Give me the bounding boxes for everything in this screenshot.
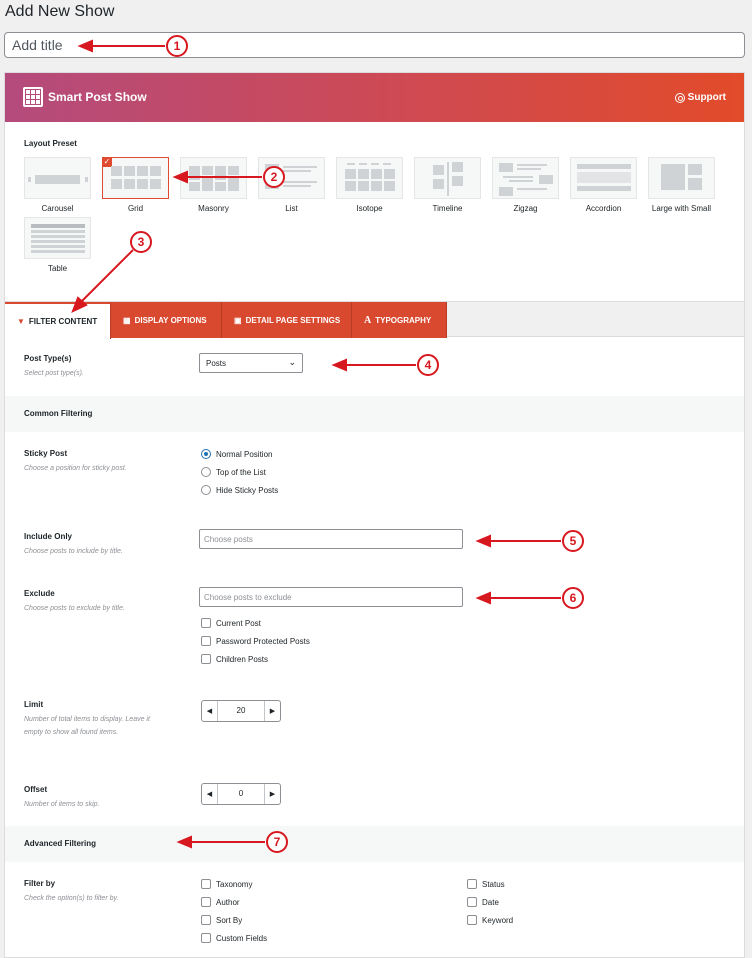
- callout-7: 7: [266, 831, 288, 853]
- callout-3: 3: [130, 231, 152, 253]
- arrow-2-head: [172, 170, 188, 184]
- callout-1: 1: [166, 35, 188, 57]
- arrow-4-head: [331, 358, 347, 372]
- arrow-1-head: [77, 39, 93, 53]
- arrow-7-head: [176, 835, 192, 849]
- callout-2: 2: [263, 166, 285, 188]
- arrow-3-line: [79, 249, 134, 304]
- arrow-5-head: [475, 534, 491, 548]
- callout-5: 5: [562, 530, 584, 552]
- callout-6: 6: [562, 587, 584, 609]
- arrow-6-head: [475, 591, 491, 605]
- callout-4: 4: [417, 354, 439, 376]
- annotation-arrows: [71, 39, 561, 849]
